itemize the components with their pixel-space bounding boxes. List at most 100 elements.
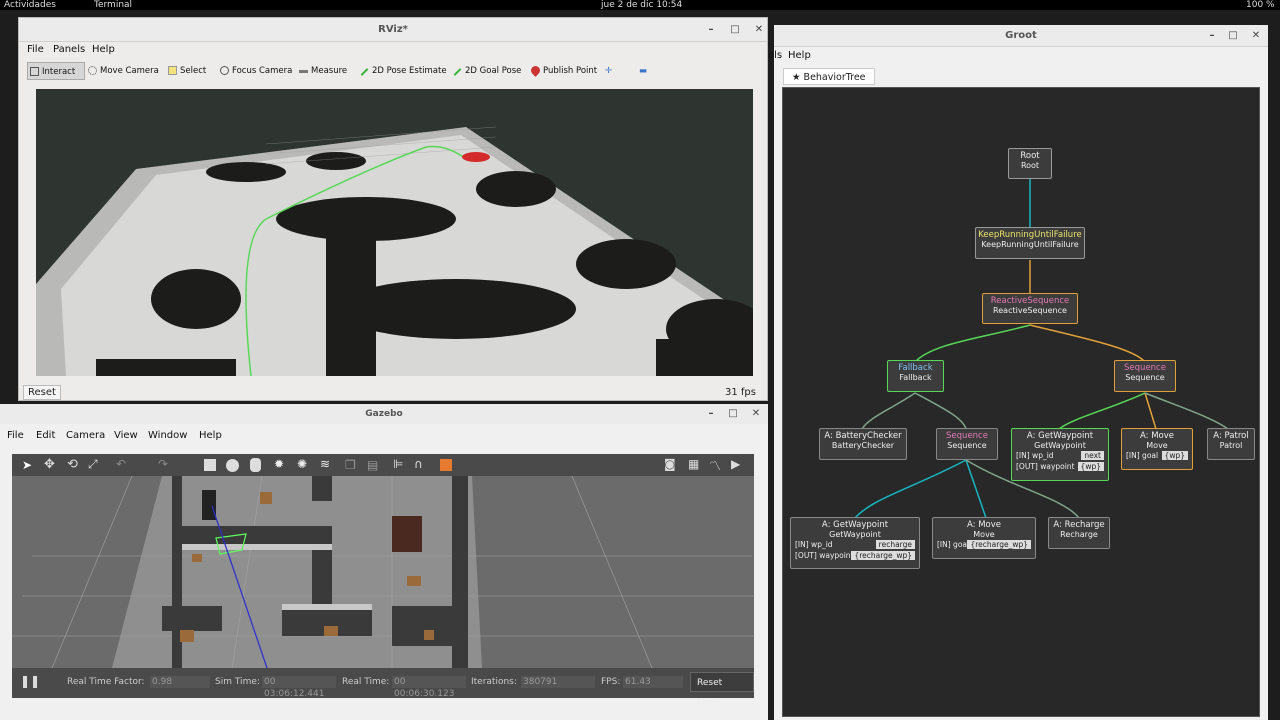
port-value-input[interactable]: next: [1081, 451, 1104, 460]
move-camera-icon: [88, 66, 97, 75]
close-icon[interactable]: ✕: [751, 18, 767, 42]
maximize-icon[interactable]: □: [725, 404, 741, 424]
terminal-app-menu[interactable]: Terminal: [94, 0, 132, 10]
rviz-3d-view[interactable]: [36, 89, 753, 376]
reset-time-button[interactable]: Reset Time: [690, 672, 754, 708]
change-view-icon[interactable]: [440, 459, 452, 471]
remove-tool-icon[interactable]: ▬: [639, 62, 653, 80]
add-tool-icon[interactable]: ✛: [605, 62, 619, 80]
green-arrow-icon: [360, 68, 369, 76]
tool-label: Publish Point: [543, 66, 598, 76]
node-sequence-recharge[interactable]: Sequence Sequence: [936, 428, 998, 460]
activities-button[interactable]: Actividades: [4, 0, 56, 10]
menu-file[interactable]: File: [27, 44, 44, 55]
rviz-menubar: File Panels Help: [19, 42, 767, 60]
cylinder-shape-icon[interactable]: [250, 458, 261, 472]
directional-light-icon[interactable]: ≋: [320, 457, 330, 471]
node-battery-checker[interactable]: A: BatteryChecker BatteryChecker: [819, 428, 907, 460]
tool-focus-camera[interactable]: Focus Camera: [218, 62, 292, 80]
point-light-icon[interactable]: ✹: [274, 457, 284, 471]
node-get-waypoint-next[interactable]: A: GetWaypoint GetWaypoint [IN] wp_id nex…: [1011, 428, 1109, 481]
menu-file[interactable]: File: [7, 430, 24, 441]
box-shape-icon[interactable]: [204, 459, 216, 471]
spot-light-icon[interactable]: ✺: [297, 457, 307, 471]
tool-2d-pose-estimate[interactable]: 2D Pose Estimate: [358, 62, 447, 80]
paste-icon[interactable]: ▤: [367, 458, 378, 472]
port-value-input[interactable]: {wp}: [1161, 451, 1188, 460]
minimize-icon[interactable]: –: [1204, 25, 1220, 47]
node-recharge[interactable]: A: Recharge Recharge: [1048, 517, 1110, 549]
tool-2d-goal-pose[interactable]: 2D Goal Pose: [451, 62, 521, 80]
pause-icon[interactable]: ❚❚: [20, 674, 40, 688]
node-title: A: BatteryChecker: [824, 431, 902, 441]
tool-label: 2D Goal Pose: [465, 66, 522, 76]
gazebo-toolbar: ➤ ✥ ⟲ ⤢ ↶ ↷ ✹ ✺ ≋ ❐ ▤ ⊫ ∩ ◙ ▦ 〽 ▶: [12, 454, 754, 476]
node-keep-running-until-failure[interactable]: KeepRunningUntilFailure KeepRunningUntil…: [975, 227, 1085, 259]
translate-icon[interactable]: ✥: [44, 457, 55, 472]
node-subtitle: BatteryChecker: [831, 441, 895, 450]
node-sequence[interactable]: Sequence Sequence: [1114, 360, 1176, 392]
menu-window[interactable]: Window: [148, 430, 187, 441]
redo-icon[interactable]: ↷: [158, 457, 168, 471]
sim-time-value: 00 03:06:12.441: [262, 676, 336, 699]
port-value-input[interactable]: recharge: [875, 540, 915, 549]
close-icon[interactable]: ✕: [1248, 25, 1264, 47]
behavior-tree-canvas[interactable]: Root Root KeepRunningUntilFailure KeepRu…: [782, 87, 1260, 717]
screenshot-icon[interactable]: ◙: [664, 457, 676, 471]
reset-button[interactable]: Reset: [23, 385, 61, 400]
menu-view[interactable]: View: [114, 430, 138, 441]
menu-help[interactable]: Help: [788, 50, 811, 61]
align-icon[interactable]: ⊫: [393, 457, 403, 471]
port-value-input[interactable]: {recharge_wp}: [851, 551, 915, 560]
minimize-icon[interactable]: –: [703, 404, 719, 424]
menu-edit[interactable]: Edit: [36, 430, 55, 441]
port-label: [IN] wp_id: [1016, 451, 1054, 460]
video-record-icon[interactable]: ▶: [731, 457, 740, 471]
tool-measure[interactable]: Measure: [297, 62, 347, 80]
node-reactive-sequence[interactable]: ReactiveSequence ReactiveSequence: [982, 293, 1078, 324]
tool-label: Move Camera: [100, 66, 159, 76]
minimize-icon[interactable]: –: [703, 18, 719, 42]
sphere-shape-icon[interactable]: [226, 459, 239, 472]
node-get-waypoint-recharge[interactable]: A: GetWaypoint GetWaypoint [IN] wp_id rec…: [790, 517, 920, 569]
menu-camera[interactable]: Camera: [66, 430, 105, 441]
node-root[interactable]: Root Root: [1008, 148, 1052, 179]
clock[interactable]: jue 2 de dic 10:54: [601, 0, 682, 10]
rotate-icon[interactable]: ⟲: [67, 457, 78, 472]
groot-title: Groot: [1005, 30, 1037, 41]
gazebo-status-bar: ❚❚ Real Time Factor: 0.98 Sim Time: 00 0…: [12, 668, 754, 708]
tool-label: Focus Camera: [232, 66, 293, 76]
copy-icon[interactable]: ❐: [345, 458, 356, 472]
interact-icon: [30, 67, 39, 76]
menu-help[interactable]: Help: [199, 430, 222, 441]
snap-icon[interactable]: ∩: [414, 457, 423, 471]
maximize-icon[interactable]: □: [1225, 25, 1241, 47]
scale-icon[interactable]: ⤢: [88, 457, 98, 472]
rviz-window: RViz* – □ ✕ File Panels Help Interact Mo…: [18, 17, 768, 401]
menu-panels[interactable]: Panels: [53, 44, 85, 55]
node-patrol[interactable]: A: Patrol Patrol: [1207, 428, 1255, 460]
tab-behavior-tree[interactable]: ★ BehaviorTree: [783, 68, 875, 85]
tool-publish-point[interactable]: Publish Point: [529, 62, 597, 80]
tool-interact[interactable]: Interact: [27, 62, 85, 80]
node-move-recharge[interactable]: A: Move Move [IN] goal {recharge_wp}: [932, 517, 1036, 559]
select-arrow-icon[interactable]: ➤: [22, 458, 32, 472]
node-move[interactable]: A: Move Move [IN] goal {wp}: [1121, 428, 1193, 470]
tool-select[interactable]: Select: [166, 62, 206, 80]
maximize-icon[interactable]: □: [727, 18, 743, 42]
tree-edges: [854, 178, 1229, 519]
menu-tools[interactable]: ols: [768, 50, 782, 61]
node-subtitle: ReactiveSequence: [993, 306, 1067, 315]
gazebo-3d-scene[interactable]: [12, 476, 754, 668]
tool-move-camera[interactable]: Move Camera: [86, 62, 159, 80]
undo-icon[interactable]: ↶: [116, 457, 126, 471]
node-fallback[interactable]: Fallback Fallback: [887, 360, 944, 392]
battery-indicator[interactable]: 100 %: [1246, 0, 1275, 10]
plot-icon[interactable]: 〽: [709, 457, 721, 474]
port-value-input[interactable]: {recharge_wp}: [967, 540, 1031, 549]
log-icon[interactable]: ▦: [688, 457, 699, 471]
star-icon: ★: [792, 72, 804, 83]
menu-help[interactable]: Help: [92, 44, 115, 55]
port-value-input[interactable]: {wp}: [1077, 462, 1104, 471]
close-icon[interactable]: ✕: [748, 404, 764, 424]
